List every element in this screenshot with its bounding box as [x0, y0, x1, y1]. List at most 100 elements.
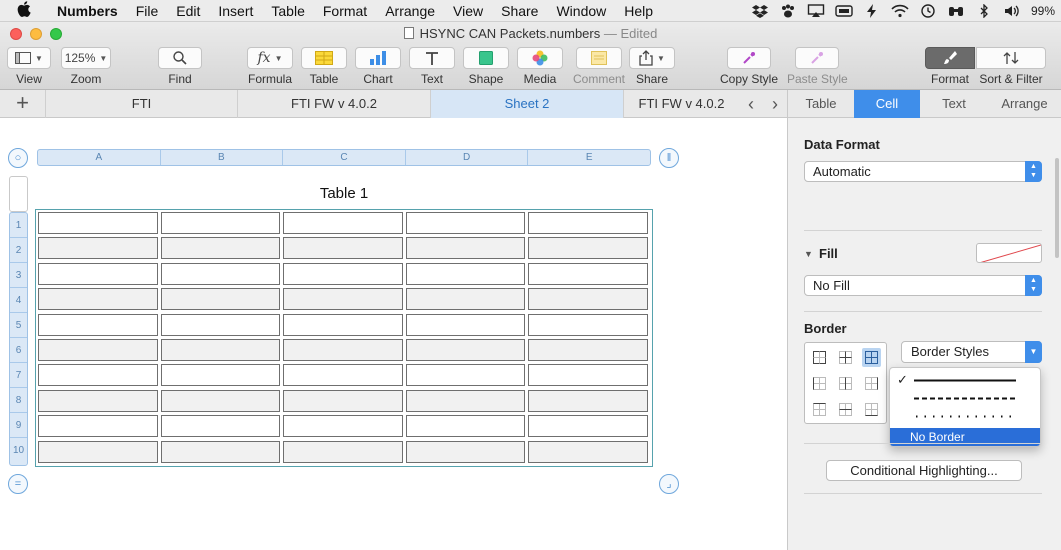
table-cell[interactable] — [405, 389, 526, 412]
table-cell[interactable] — [528, 313, 648, 336]
table-cell[interactable] — [283, 288, 403, 311]
menu-app-name[interactable]: Numbers — [48, 0, 127, 22]
table-insert-button[interactable] — [301, 47, 347, 69]
table-grip[interactable] — [9, 176, 28, 212]
table-cell[interactable] — [283, 237, 403, 260]
wifi-icon[interactable] — [891, 4, 909, 18]
find-button[interactable] — [158, 47, 202, 69]
row-header[interactable]: 6 — [10, 338, 27, 363]
border-right-icon[interactable] — [862, 374, 881, 393]
table-cell[interactable] — [528, 415, 648, 438]
table-cell[interactable] — [38, 313, 158, 336]
inspector-scrollbar[interactable] — [1055, 158, 1059, 258]
table-cell[interactable] — [405, 237, 526, 260]
menu-help[interactable]: Help — [615, 0, 662, 22]
table-cell[interactable] — [160, 237, 281, 260]
table-cell[interactable] — [405, 262, 526, 285]
table-cell[interactable] — [38, 440, 158, 463]
row-header[interactable]: 1 — [10, 213, 27, 238]
apple-menu-icon[interactable] — [0, 0, 48, 21]
table-cell[interactable] — [405, 415, 526, 438]
table-cell[interactable] — [528, 288, 648, 311]
sheet-tab-sheet-2[interactable]: Sheet 2 — [431, 90, 624, 118]
tab-arrange[interactable]: Arrange — [988, 90, 1061, 118]
table-cell[interactable] — [38, 237, 158, 260]
table-cell[interactable] — [38, 364, 158, 387]
table-cell[interactable] — [405, 339, 526, 361]
table-cell[interactable] — [38, 415, 158, 438]
bolt-icon[interactable] — [863, 3, 881, 18]
table-title[interactable]: Table 1 — [37, 185, 651, 202]
menu-table[interactable]: Table — [262, 0, 313, 22]
column-header[interactable]: D — [406, 150, 529, 165]
table-cell[interactable] — [528, 262, 648, 285]
table-cell[interactable] — [528, 212, 648, 234]
table-cell[interactable] — [283, 339, 403, 361]
formula-button[interactable]: fx ▼ — [247, 47, 293, 69]
table-cell[interactable] — [283, 313, 403, 336]
sheet-tab-fti-fw-2[interactable]: FTI FW v 4.0.2 — [624, 90, 739, 118]
copy-style-button[interactable] — [727, 47, 772, 69]
menu-format[interactable]: Format — [314, 0, 376, 22]
table-cell[interactable] — [405, 212, 526, 234]
menu-item-dashed[interactable] — [890, 389, 1040, 407]
table-cell[interactable] — [528, 237, 648, 260]
conditional-highlighting-button[interactable]: Conditional Highlighting... — [826, 460, 1022, 481]
border-left-icon[interactable] — [810, 374, 829, 393]
table-cell[interactable] — [160, 415, 281, 438]
row-header[interactable]: 3 — [10, 263, 27, 288]
table-resize-handle[interactable]: ⌟ — [659, 474, 679, 494]
add-sheet-button[interactable]: + — [0, 90, 46, 118]
battery-percent[interactable]: 99% — [1031, 4, 1055, 18]
menu-file[interactable]: File — [127, 0, 168, 22]
column-header[interactable]: B — [161, 150, 284, 165]
table-cell[interactable] — [405, 440, 526, 463]
menu-edit[interactable]: Edit — [167, 0, 209, 22]
fill-color-well[interactable] — [976, 243, 1042, 263]
fill-type-popup[interactable]: No Fill ▲ ▼ — [804, 275, 1042, 296]
table-cell[interactable] — [405, 288, 526, 311]
row-header[interactable]: 10 — [10, 438, 27, 463]
table-cell[interactable] — [405, 313, 526, 336]
row-header[interactable]: 4 — [10, 288, 27, 313]
sheet-tab-fti-fw[interactable]: FTI FW v 4.0.2 — [238, 90, 431, 118]
volume-icon[interactable] — [1003, 4, 1021, 18]
table-cell[interactable] — [160, 440, 281, 463]
menu-arrange[interactable]: Arrange — [376, 0, 444, 22]
airplay-icon[interactable] — [807, 3, 825, 18]
view-button[interactable]: ▼ — [7, 47, 51, 69]
table-cell[interactable] — [405, 364, 526, 387]
chart-insert-button[interactable] — [355, 47, 401, 69]
column-resize-handle[interactable]: ‖ — [659, 148, 679, 168]
data-format-popup[interactable]: Automatic ▲ ▼ — [804, 161, 1042, 182]
table-cell[interactable] — [283, 389, 403, 412]
select-table-handle[interactable]: ○ — [8, 148, 28, 168]
border-bottom-icon[interactable] — [862, 400, 881, 419]
table-cell[interactable] — [38, 389, 158, 412]
column-header[interactable]: C — [283, 150, 406, 165]
tab-text[interactable]: Text — [920, 90, 988, 118]
tab-cell[interactable]: Cell — [854, 90, 920, 118]
border-vertical-icon[interactable] — [836, 374, 855, 393]
table-cell[interactable] — [160, 389, 281, 412]
text-insert-button[interactable] — [409, 47, 455, 69]
border-inside-icon[interactable] — [836, 348, 855, 367]
table-cell[interactable] — [160, 313, 281, 336]
row-header[interactable]: 2 — [10, 238, 27, 263]
table-cell[interactable] — [528, 364, 648, 387]
memory-icon[interactable] — [835, 4, 853, 18]
chevron-left-icon[interactable]: ‹ — [748, 94, 754, 115]
column-header[interactable]: E — [528, 150, 650, 165]
border-all-icon[interactable] — [862, 348, 881, 367]
table-cell[interactable] — [283, 440, 403, 463]
chevron-right-icon[interactable]: › — [772, 94, 778, 115]
table-cell[interactable] — [160, 262, 281, 285]
table-cell[interactable] — [160, 339, 281, 361]
sheet-tab-fti[interactable]: FTI — [46, 90, 238, 118]
table-cell[interactable] — [283, 364, 403, 387]
format-button[interactable] — [925, 47, 975, 69]
paw-icon[interactable] — [779, 4, 797, 18]
sort-filter-button[interactable] — [976, 47, 1046, 69]
share-button[interactable]: ▼ — [629, 47, 675, 69]
menu-share[interactable]: Share — [492, 0, 547, 22]
